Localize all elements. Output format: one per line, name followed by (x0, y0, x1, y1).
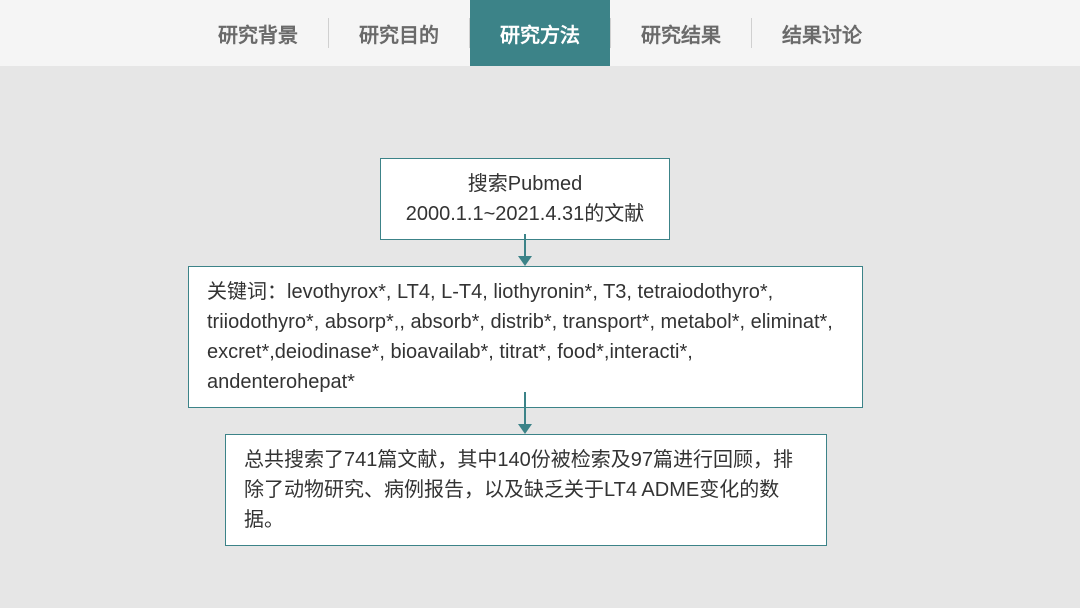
tab-label: 研究结果 (641, 19, 721, 48)
tab-label: 研究背景 (218, 19, 298, 48)
tab-list: 研究背景 研究目的 研究方法 研究结果 结果讨论 (188, 0, 892, 66)
arrow-down-icon (518, 256, 532, 266)
tab-discussion[interactable]: 结果讨论 (752, 0, 892, 66)
arrow-down-icon (518, 424, 532, 434)
flow-box-search: 搜索Pubmed 2000.1.1~2021.4.31的文献 (380, 158, 670, 240)
flow-box-results: 总共搜索了741篇文献，其中140份被检索及97篇进行回顾，排除了动物研究、病例… (225, 434, 827, 546)
tab-objective[interactable]: 研究目的 (329, 0, 469, 66)
tab-background[interactable]: 研究背景 (188, 0, 328, 66)
flow-box-keywords: 关键词：levothyrox*, LT4, L-T4, liothyronin*… (188, 266, 863, 408)
tab-label: 结果讨论 (782, 19, 862, 48)
box1-line2: 2000.1.1~2021.4.31的文献 (399, 199, 651, 229)
flow-arrow (524, 392, 526, 424)
tab-label: 研究目的 (359, 19, 439, 48)
top-nav: 研究背景 研究目的 研究方法 研究结果 结果讨论 (0, 0, 1080, 66)
tab-methods[interactable]: 研究方法 (470, 0, 610, 66)
tab-label: 研究方法 (500, 19, 580, 48)
flow-diagram: 搜索Pubmed 2000.1.1~2021.4.31的文献 关键词：levot… (0, 66, 1080, 608)
box3-text: 总共搜索了741篇文献，其中140份被检索及97篇进行回顾，排除了动物研究、病例… (244, 449, 793, 531)
tab-results[interactable]: 研究结果 (611, 0, 751, 66)
box2-text: 关键词：levothyrox*, LT4, L-T4, liothyronin*… (207, 281, 833, 393)
box1-line1: 搜索Pubmed (399, 169, 651, 199)
flow-arrow (524, 234, 526, 256)
